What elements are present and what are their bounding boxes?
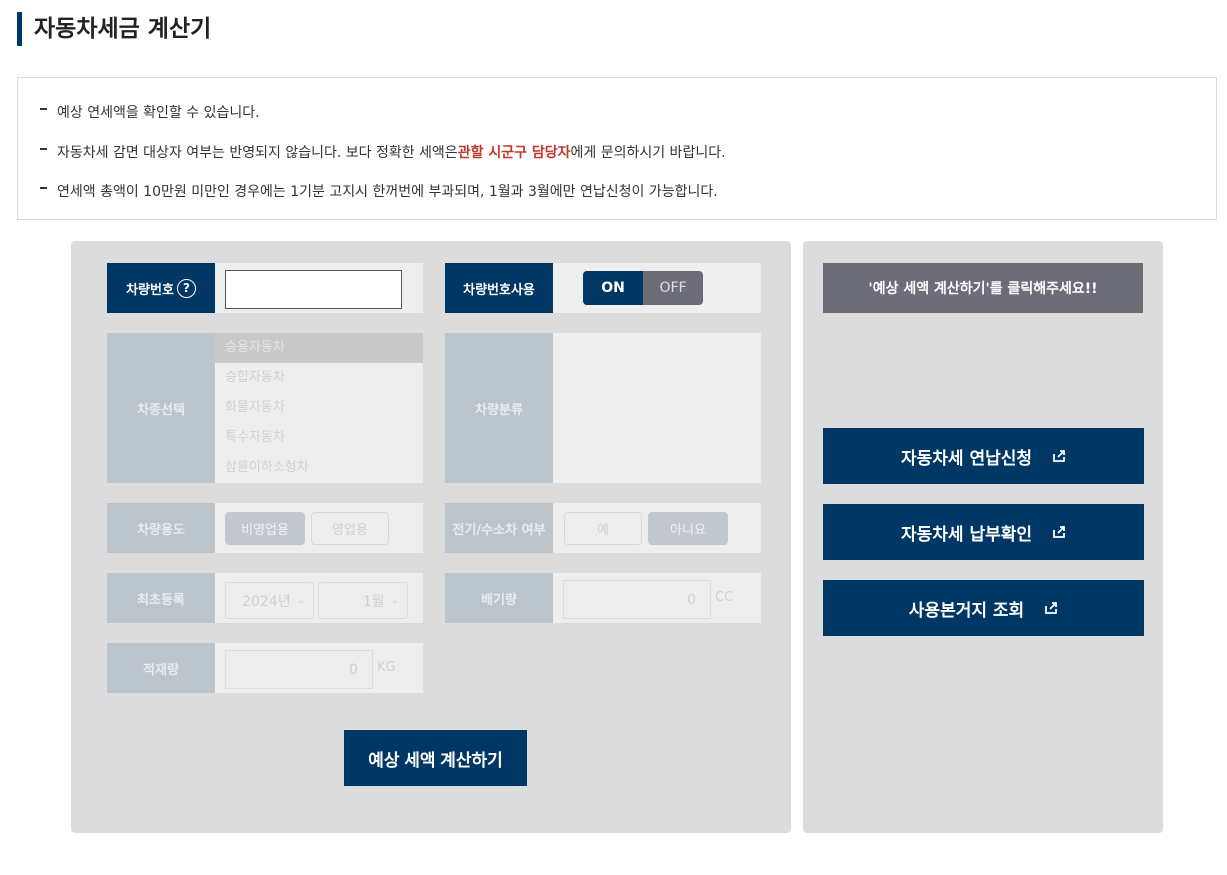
first-reg-label: 최초등록 [107,573,215,623]
toggle-off-button[interactable]: OFF [643,271,703,305]
notice-box: 예상 연세액을 확인할 수 있습니다. 자동차세 감면 대상자 여부는 반영되지… [17,77,1217,220]
usage-option-commercial[interactable]: 영업용 [311,512,389,545]
year-value: 2024년 [242,593,291,610]
plate-use-toggle[interactable]: ON OFF [583,271,703,305]
ev-option-no[interactable]: 아니요 [648,512,728,545]
external-link-icon [1044,601,1058,615]
payment-check-button[interactable]: 자동차세 납부확인 [823,504,1144,560]
year-select[interactable]: 2024년 ⌄ [225,582,314,619]
base-location-button[interactable]: 사용본거지 조회 [823,580,1144,636]
displacement-input[interactable]: 0 [563,580,711,619]
calculate-button[interactable]: 예상 세액 계산하기 [344,730,527,786]
displacement-unit: CC [715,590,734,605]
external-link-icon [1052,525,1066,539]
vehicle-type-option[interactable]: 삼륜이하소형차 [215,453,423,483]
vehicle-class-row: 차량분류 [445,333,761,483]
annual-payment-label: 자동차세 연납신청 [900,448,1033,469]
displacement-row: 배기량 0 CC [445,573,761,623]
load-label: 적재량 [107,643,215,693]
vehicle-type-label: 차종선택 [107,333,215,483]
vehicle-type-option[interactable]: 화물자동차 [215,393,423,423]
page-title: 자동차세금 계산기 [17,12,211,46]
vehicle-class-label: 차량분류 [445,333,553,483]
notice-text: 예상 연세액을 확인할 수 있습니다. [57,105,260,121]
external-link-icon [1052,449,1066,463]
toggle-on-button[interactable]: ON [583,271,643,305]
load-input[interactable]: 0 [225,650,373,689]
annual-payment-button[interactable]: 자동차세 연납신청 [823,428,1144,484]
load-unit: KG [377,660,396,675]
ev-option-yes[interactable]: 예 [564,512,642,545]
usage-option-noncommercial[interactable]: 비영업용 [225,512,305,545]
chevron-down-icon: ⌄ [296,595,305,606]
plate-use-row: 차량번호사용 ON OFF [445,263,761,313]
vehicle-type-option[interactable]: 승용자동차 [215,333,423,363]
base-location-label: 사용본거지 조회 [908,600,1025,621]
dash-icon [40,148,47,150]
notice-text-pre: 자동차세 감면 대상자 여부는 반영되지 않습니다. 보다 정확한 세액은 [57,145,458,161]
notice-item: 연세액 총액이 10만원 미만인 경우에는 1기분 고지시 한꺼번에 부과되며,… [40,181,718,201]
notice-item: 예상 연세액을 확인할 수 있습니다. [40,102,260,122]
notice-highlight: 관할 시군구 담당자 [457,145,571,161]
plate-label-text: 차량번호 [126,282,174,298]
month-select[interactable]: 1월 ⌄ [318,582,408,619]
plate-use-label: 차량번호사용 [445,263,553,313]
load-row: 적재량 0 KG [107,643,423,693]
usage-label: 차량용도 [107,503,215,553]
usage-row: 차량용도 비영업용 영업용 [107,503,423,553]
help-icon[interactable]: ? [176,278,196,298]
plate-row: 차량번호 ? [107,263,423,313]
chevron-down-icon: ⌄ [390,595,399,606]
plate-label: 차량번호 ? [107,263,215,313]
payment-check-label: 자동차세 납부확인 [900,524,1033,545]
notice-text-post: 에게 문의하시기 바랍니다. [570,145,726,161]
vehicle-type-row: 차종선택 승용자동차 승합자동차 화물자동차 특수자동차 삼륜이하소형차 [107,333,423,483]
first-reg-row: 최초등록 2024년 ⌄ 1월 ⌄ [107,573,423,623]
ev-row: 전기/수소차 여부 예 아니요 [445,503,761,553]
notice-item: 자동차세 감면 대상자 여부는 반영되지 않습니다. 보다 정확한 세액은 관할… [40,142,726,162]
dash-icon [40,108,47,110]
vehicle-type-option[interactable]: 특수자동차 [215,423,423,453]
ev-label: 전기/수소차 여부 [445,503,553,553]
notice-text: 연세액 총액이 10만원 미만인 경우에는 1기분 고지시 한꺼번에 부과되며,… [57,184,718,200]
vehicle-type-list[interactable]: 승용자동차 승합자동차 화물자동차 특수자동차 삼륜이하소형차 [215,333,423,483]
vehicle-type-option[interactable]: 승합자동차 [215,363,423,393]
result-message: '예상 세액 계산하기'를 클릭해주세요!! [823,263,1143,313]
month-value: 1월 [362,593,385,610]
displacement-label: 배기량 [445,573,553,623]
plate-input[interactable] [225,270,402,309]
dash-icon [40,187,47,189]
